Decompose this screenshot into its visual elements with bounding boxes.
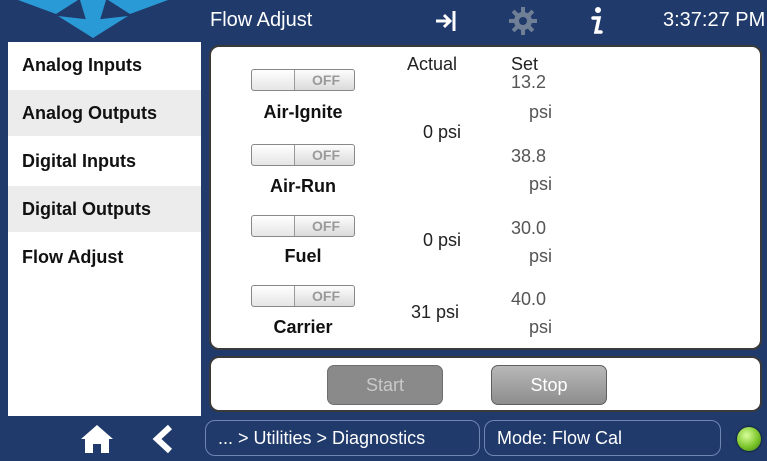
toggle-air-ignite[interactable]: OFF <box>251 69 355 91</box>
clock: 3:37:27 PM <box>663 9 766 31</box>
toggle-state: OFF <box>312 72 340 88</box>
sidebar-item-digital-inputs[interactable]: Digital Inputs <box>8 138 201 184</box>
actual-carrier: 31 psi <box>411 302 460 322</box>
set-unit-carrier: psi <box>529 317 553 337</box>
toggle-knob <box>252 216 295 236</box>
sidebar-item-flow-adjust[interactable]: Flow Adjust <box>8 234 201 280</box>
flow-panel: Actual Set OFF Air-Ignite 0 psi 13.2 psi… <box>209 45 762 350</box>
toggle-knob <box>252 286 295 306</box>
set-unit-air-run: psi <box>529 174 553 194</box>
company-logo <box>18 0 168 38</box>
page-title: Flow Adjust <box>210 9 313 31</box>
channel-name-carrier: Carrier <box>273 317 333 337</box>
set-unit-fuel: psi <box>529 246 553 266</box>
gear-icon[interactable] <box>508 6 538 36</box>
toggle-state: OFF <box>312 147 340 163</box>
exit-icon[interactable] <box>432 8 458 34</box>
status-led <box>737 427 761 451</box>
sidebar-item-analog-outputs[interactable]: Analog Outputs <box>8 90 201 136</box>
set-value-air-run[interactable]: 38.8 <box>511 146 546 167</box>
toggle-knob <box>252 145 295 165</box>
control-button-panel: Start Stop <box>209 356 762 412</box>
toggle-carrier[interactable]: OFF <box>251 285 355 307</box>
toggle-state: OFF <box>312 218 340 234</box>
channel-name-fuel: Fuel <box>284 246 322 266</box>
back-chevron-icon[interactable] <box>150 424 176 454</box>
sidebar-item-analog-inputs[interactable]: Analog Inputs <box>8 42 201 88</box>
top-bar: Flow Adjust 3:37:27 PM <box>0 0 767 42</box>
actual-air-ignite: 0 psi <box>423 122 462 142</box>
set-value-air-ignite[interactable]: 13.2 <box>511 72 546 93</box>
toggle-state: OFF <box>312 288 340 304</box>
channel-name-air-run: Air-Run <box>270 176 336 196</box>
toggle-knob <box>252 70 295 90</box>
start-button[interactable]: Start <box>327 365 443 405</box>
toggle-air-run[interactable]: OFF <box>251 144 355 166</box>
set-unit-air-ignite: psi <box>529 102 553 122</box>
set-value-carrier[interactable]: 40.0 <box>511 289 546 310</box>
sidebar: Analog Inputs Analog Outputs Digital Inp… <box>8 42 201 416</box>
actual-fuel: 0 psi <box>423 230 462 250</box>
stop-button[interactable]: Stop <box>491 365 607 405</box>
breadcrumb[interactable]: ... > Utilities > Diagnostics <box>205 420 480 456</box>
info-icon[interactable] <box>586 5 606 37</box>
bottom-bar: ... > Utilities > Diagnostics Mode: Flow… <box>0 416 767 461</box>
toggle-fuel[interactable]: OFF <box>251 215 355 237</box>
home-icon[interactable] <box>80 424 114 454</box>
actual-column-header: Actual <box>407 54 458 74</box>
sidebar-item-digital-outputs[interactable]: Digital Outputs <box>8 186 201 232</box>
channel-name-air-ignite: Air-Ignite <box>263 102 343 122</box>
mode-indicator: Mode: Flow Cal <box>484 420 721 456</box>
set-value-fuel[interactable]: 30.0 <box>511 218 546 239</box>
